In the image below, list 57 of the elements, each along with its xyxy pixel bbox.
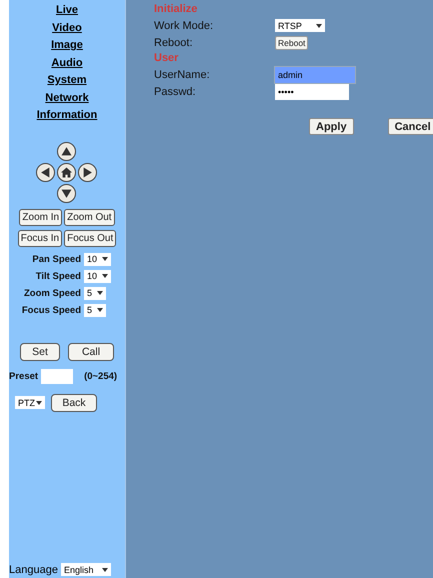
- arrow-right-icon: [82, 166, 93, 178]
- preset-field[interactable]: [41, 368, 74, 384]
- mode-select[interactable]: PTZ: [15, 396, 45, 409]
- nav-link[interactable]: Network: [45, 90, 89, 107]
- field-label: Work Mode:: [154, 20, 214, 32]
- caret-icon: [316, 24, 322, 28]
- speed-label: Pan Speed: [32, 254, 81, 264]
- pan-up-button[interactable]: [57, 142, 76, 160]
- work-mode-select[interactable]: RTSP: [275, 19, 325, 32]
- preset-button[interactable]: Set: [20, 342, 60, 360]
- pan-right-button[interactable]: [78, 162, 97, 182]
- nav-link[interactable]: System: [47, 72, 87, 90]
- caret-icon: [102, 257, 108, 261]
- speed-label: Tilt Speed: [36, 270, 81, 282]
- speed-select[interactable]: 5: [84, 286, 106, 300]
- field-label: UserName:: [154, 68, 211, 80]
- language-select[interactable]: English: [60, 563, 111, 576]
- ptz-button[interactable]: Zoom In: [19, 208, 62, 226]
- home-icon: [61, 166, 72, 178]
- field-label: Passwd:: [154, 86, 197, 98]
- nav-link[interactable]: Audio: [51, 54, 83, 72]
- field-label: Reboot:: [154, 36, 194, 48]
- nav-link[interactable]: Image: [51, 37, 83, 54]
- preset-label: Preset: [9, 370, 38, 382]
- reboot-button[interactable]: Reboot: [275, 36, 308, 50]
- ptz-button[interactable]: Focus Out: [64, 230, 116, 246]
- speed-label: Focus Speed: [22, 304, 81, 316]
- arrow-down-icon: [61, 188, 72, 198]
- arrow-left-icon: [40, 166, 51, 178]
- action-button[interactable]: Cancel: [388, 118, 433, 135]
- back-button[interactable]: Back: [51, 394, 97, 412]
- nav-link[interactable]: Information: [36, 107, 98, 124]
- caret-icon: [97, 291, 103, 295]
- ptz-button[interactable]: Zoom Out: [64, 208, 115, 226]
- home-button[interactable]: [57, 162, 76, 182]
- ptz-button[interactable]: Focus In: [18, 230, 62, 246]
- speed-select[interactable]: 10: [84, 252, 111, 266]
- section-title: User: [154, 51, 180, 66]
- action-button[interactable]: Apply: [309, 118, 354, 135]
- caret-icon: [97, 308, 103, 312]
- pan-down-button[interactable]: [57, 184, 76, 202]
- preset-button[interactable]: Call: [68, 342, 114, 360]
- arrow-up-icon: [61, 146, 72, 156]
- speed-select[interactable]: 10: [84, 270, 111, 282]
- caret-icon: [102, 274, 108, 278]
- preset-range: (0~254): [84, 370, 118, 382]
- text-field[interactable]: •••••: [275, 84, 349, 100]
- speed-label: Zoom Speed: [24, 288, 81, 298]
- caret-icon: [102, 568, 108, 572]
- nav-link[interactable]: Video: [52, 20, 82, 37]
- nav-link[interactable]: Live: [56, 2, 78, 20]
- language-label: Language: [9, 564, 58, 576]
- pan-left-button[interactable]: [36, 162, 55, 182]
- caret-icon: [36, 400, 42, 404]
- speed-select[interactable]: 5: [84, 304, 106, 316]
- section-title: Initialize: [154, 2, 198, 17]
- text-field[interactable]: admin: [275, 66, 355, 82]
